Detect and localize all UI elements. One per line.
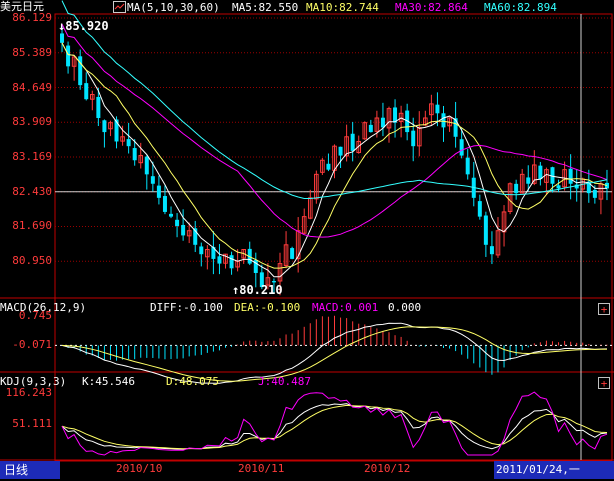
candle-body-down [156, 185, 161, 198]
candle-body-down [411, 130, 416, 147]
candle-body-down [459, 139, 464, 156]
candle-body-down [483, 215, 488, 245]
kdj-j-line [61, 391, 608, 456]
moving-average-lines [61, 0, 608, 278]
candle-body-down [441, 113, 446, 128]
kdj-axis-top: 116.243 [5, 386, 52, 399]
candle-body-down [368, 124, 373, 133]
period-selector[interactable]: 日线 [0, 461, 60, 479]
kdj-d-value: D:48.075 [166, 375, 219, 388]
kdj-k-line [61, 403, 608, 450]
candle-body-down [102, 120, 107, 133]
date-label-nov: 2010/11 [238, 462, 285, 475]
candle-body-down [199, 246, 204, 255]
candle-body-down [380, 117, 385, 128]
kdj-d-line [61, 404, 608, 450]
kdj-lines [61, 391, 608, 456]
kdj-k-value: K:45.546 [82, 375, 135, 388]
kdj-axis-mid: 51.111 [12, 417, 52, 430]
macd-axis-zero: -0.071 [12, 338, 52, 351]
candle-body-down [465, 157, 470, 175]
price-tick-label: 81.690 [12, 219, 52, 233]
candle-body-down [514, 183, 519, 194]
candle-body-down [217, 256, 222, 264]
candle-body-down [175, 219, 180, 227]
macd-dea-value: DEA:-0.100 [234, 301, 301, 314]
candle-body-down [229, 255, 234, 269]
price-tick-label: 84.649 [12, 80, 52, 94]
candle-body-down [144, 156, 149, 175]
kdj-add-button[interactable]: + [598, 377, 610, 389]
candle-body-down [126, 139, 131, 147]
candle-body-down [477, 201, 482, 217]
macd-axis-top: 0.745 [18, 309, 52, 322]
date-label-dec: 2010/12 [364, 462, 411, 475]
price-tick-label: 83.909 [12, 115, 52, 129]
candles [60, 25, 609, 296]
candle-body-down [489, 246, 494, 255]
candle-body-down [435, 104, 440, 114]
macd-value: MACD:0.001 [312, 301, 379, 314]
ma-indicator-label: MA(5,10,30,60) [113, 1, 220, 15]
candle-body-down [114, 119, 119, 142]
candle-body-down [568, 168, 573, 184]
price-tick-label: 83.169 [12, 150, 52, 164]
high-price-label: ↓85.920 [58, 19, 109, 33]
indicator-icon [113, 1, 126, 13]
price-tick-label: 80.950 [12, 254, 52, 268]
macd-diff-value: DIFF:-0.100 [150, 301, 223, 314]
date-label-oct: 2010/10 [116, 462, 163, 475]
chart-canvas[interactable] [0, 0, 614, 481]
price-tick-label: 86.129 [12, 11, 52, 24]
ma30-line [61, 23, 608, 238]
candle-body-down [181, 224, 186, 236]
low-price-label: ↑80.210 [232, 283, 283, 297]
candle-body-down [96, 96, 101, 118]
price-tick-label: 85.389 [12, 45, 52, 59]
candle-body-down [350, 133, 355, 151]
ma60-value: MA60:82.894 [484, 1, 557, 14]
ma30-value: MA30:82.864 [395, 1, 468, 14]
candle-body-down [526, 177, 531, 184]
candle-body-down [60, 33, 65, 43]
cursor-date: 2011/01/24,一 [494, 461, 614, 479]
macd-add-button[interactable]: + [598, 303, 610, 315]
candle-body-down [169, 213, 174, 217]
kdj-j-value: J:40.487 [258, 375, 311, 388]
candle-body-down [84, 83, 89, 100]
candle-body-down [453, 118, 458, 137]
candle-body-down [290, 248, 295, 259]
macd-extra-value: 0.000 [388, 301, 422, 314]
candle-body-down [132, 148, 137, 161]
candle-body-down [538, 165, 543, 180]
candle-body-down [556, 185, 561, 189]
candle-body-down [326, 163, 331, 170]
candle-body-down [338, 146, 343, 156]
candle-body-down [592, 189, 597, 198]
candle-body-down [162, 196, 167, 212]
candle-body-down [66, 45, 71, 67]
price-tick-label: 82.430 [12, 184, 52, 198]
candle-body-down [150, 176, 155, 184]
ma10-value: MA10:82.744 [306, 1, 379, 14]
ma5-value: MA5:82.550 [232, 1, 299, 14]
